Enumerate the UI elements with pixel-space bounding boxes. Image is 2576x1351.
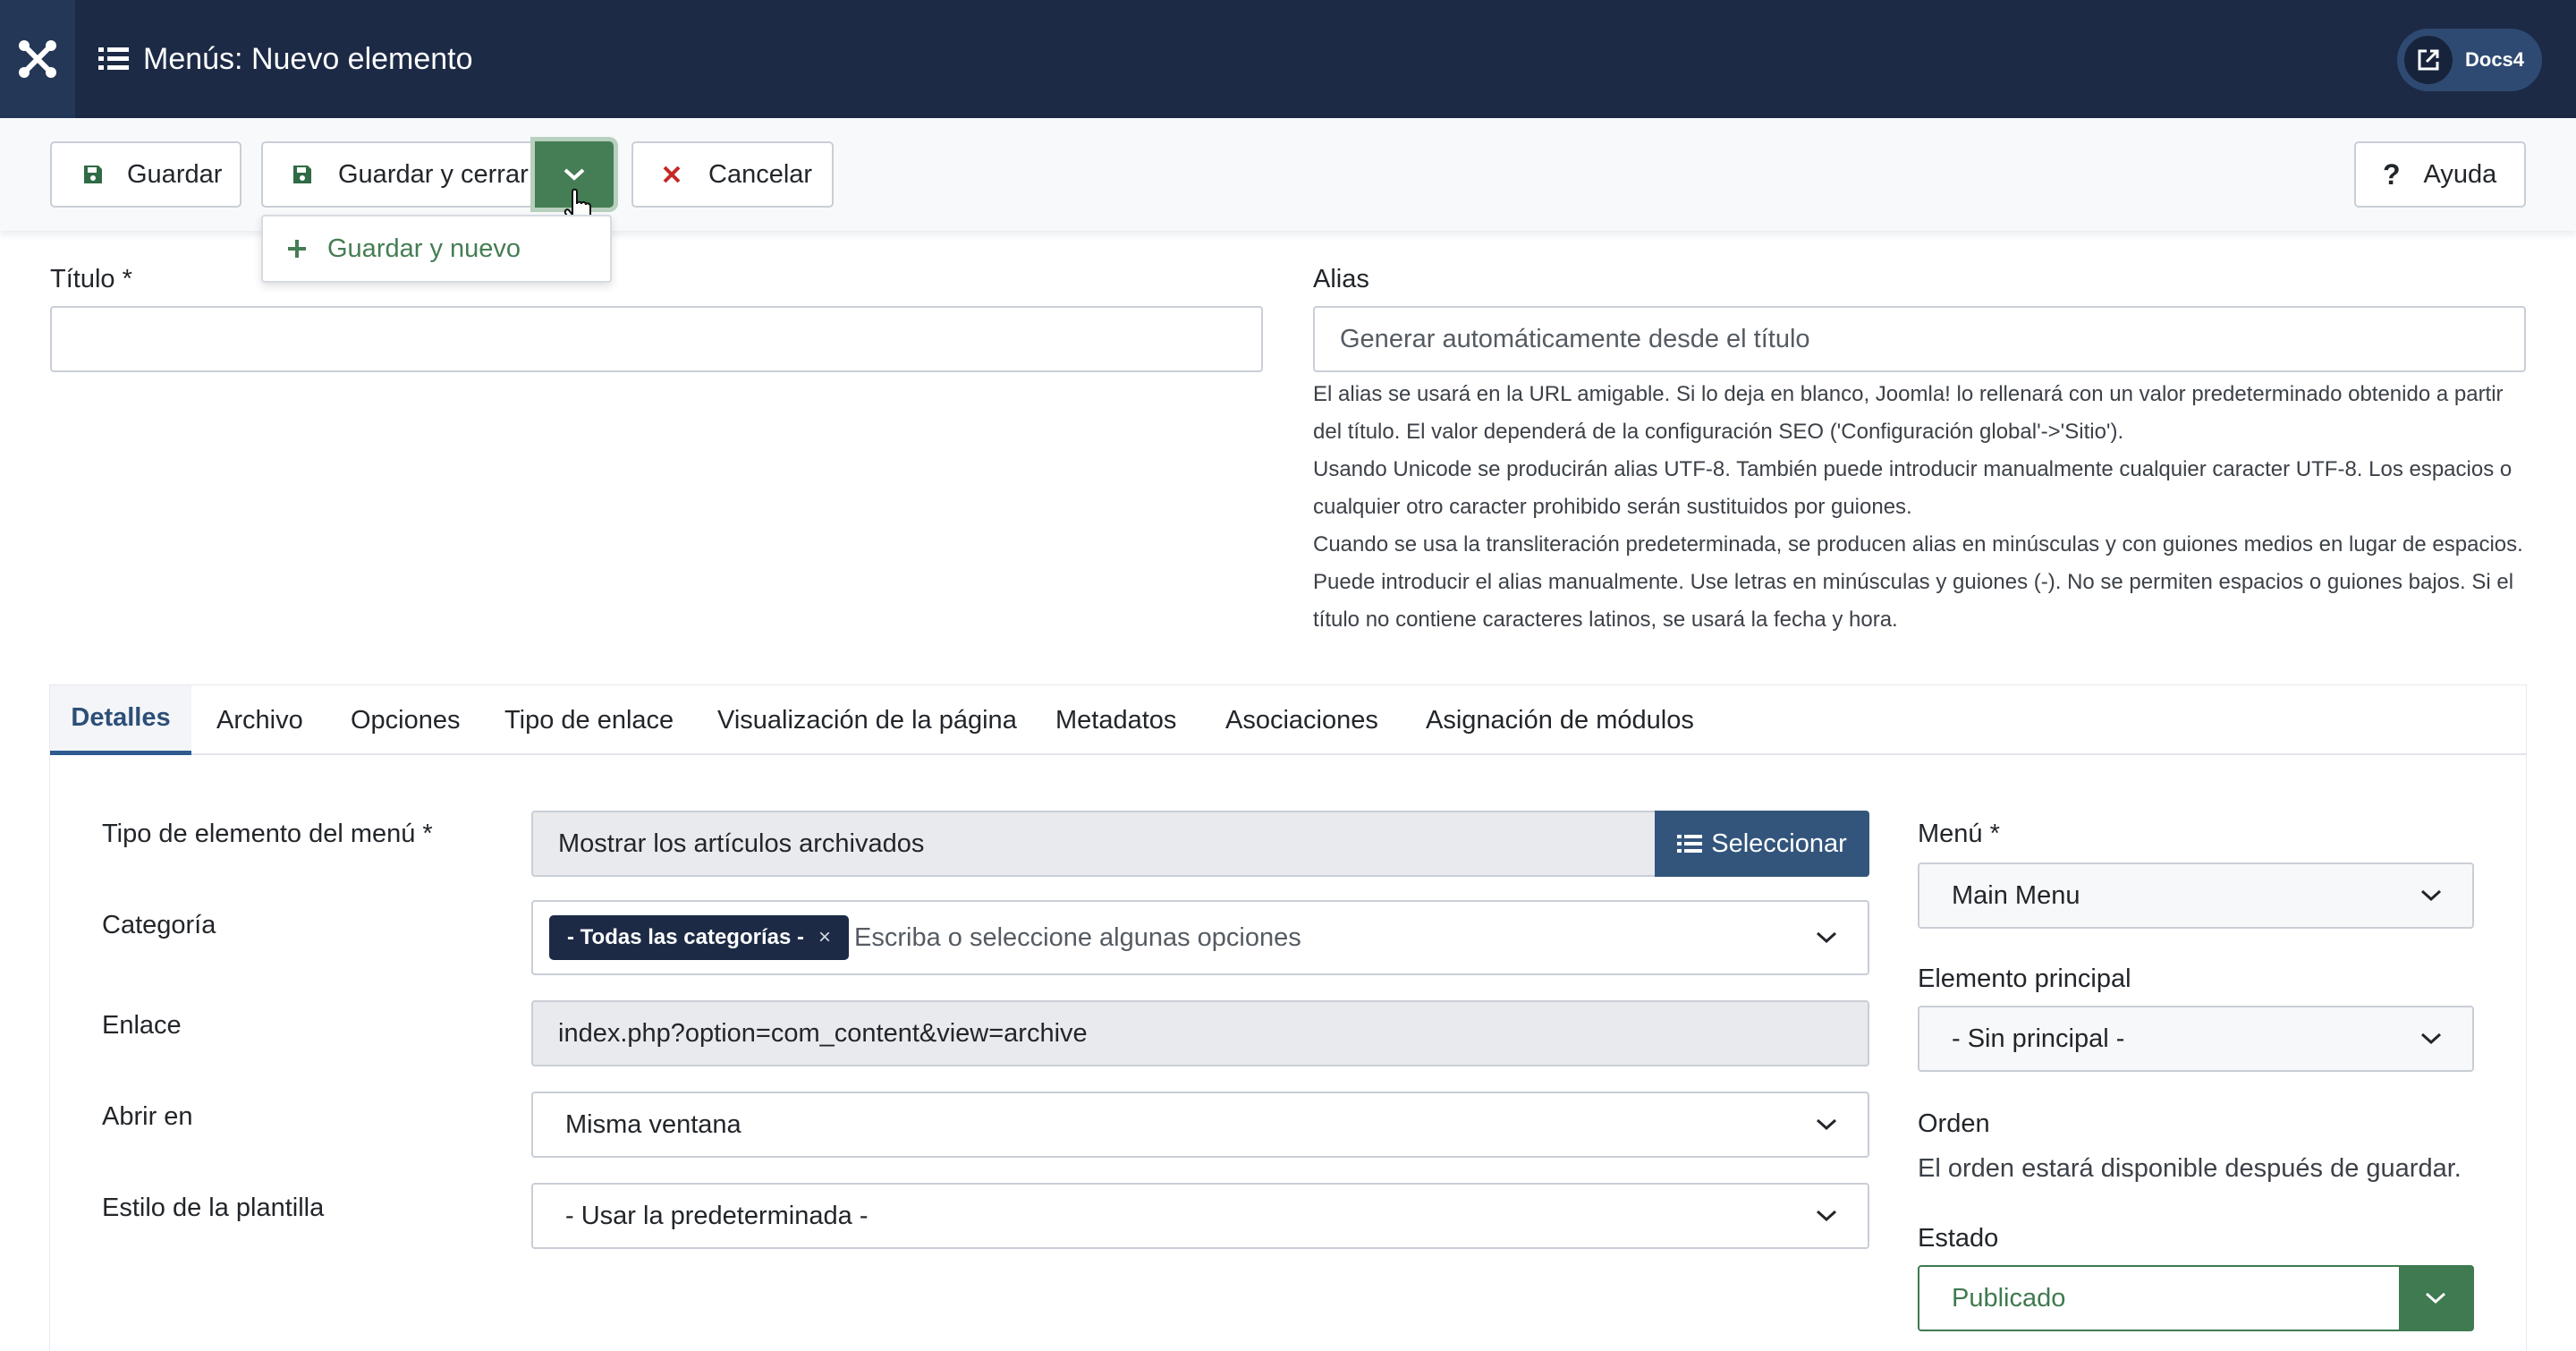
cancel-button[interactable]: Cancelar <box>631 141 834 208</box>
tab-asignacion-modulos[interactable]: Asignación de módulos <box>1426 685 1694 755</box>
tab-tipo-de-enlace[interactable]: Tipo de enlace <box>504 685 674 755</box>
status-label: Estado <box>1918 1224 1999 1253</box>
list-icon <box>1677 835 1703 853</box>
joomla-logo-icon <box>19 40 56 78</box>
parent-item-label: Elemento principal <box>1918 964 2131 993</box>
category-select[interactable]: - Todas las categorías - × Escriba o sel… <box>531 900 1869 975</box>
page-title: Menús: Nuevo elemento <box>98 0 473 118</box>
select-menu-item-type-button[interactable]: Seleccionar <box>1655 811 1869 877</box>
alias-label: Alias <box>1313 265 1369 293</box>
open-in-label: Abrir en <box>102 1102 193 1131</box>
joomla-logo[interactable] <box>0 0 75 118</box>
menu-select[interactable]: Main Menu <box>1918 862 2474 929</box>
chevron-down-icon <box>1785 1185 1868 1247</box>
tab-detalles[interactable]: Detalles <box>50 685 191 755</box>
save-button-label: Guardar <box>127 159 223 189</box>
chevron-down-icon <box>1785 1093 1868 1156</box>
category-chip: - Todas las categorías - × <box>549 915 849 960</box>
link-label: Enlace <box>102 1011 182 1040</box>
tab-asociaciones[interactable]: Asociaciones <box>1225 685 1378 755</box>
chevron-down-icon <box>2399 1267 2472 1330</box>
help-button-label: Ayuda <box>2423 159 2497 189</box>
title-input[interactable] <box>50 306 1263 372</box>
docs-site-label: Docs4 <box>2465 48 2525 71</box>
docs-site-link[interactable]: Docs4 <box>2397 29 2542 91</box>
status-select[interactable]: Publicado <box>1918 1265 2474 1331</box>
save-icon <box>82 164 104 185</box>
title-label: Título * <box>50 265 132 293</box>
chevron-down-icon <box>564 168 585 181</box>
question-icon: ? <box>2383 157 2401 191</box>
alias-input[interactable]: Generar automáticamente desde el título <box>1313 306 2526 372</box>
link-field: index.php?option=com_content&view=archiv… <box>531 1000 1869 1066</box>
save-button[interactable]: Guardar <box>50 141 242 208</box>
order-label: Orden <box>1918 1109 1990 1138</box>
chevron-down-icon <box>2390 864 2472 927</box>
chevron-down-icon <box>2390 1007 2472 1070</box>
select-button-label: Seleccionar <box>1711 828 1847 858</box>
template-style-select[interactable]: - Usar la predeterminada - <box>531 1183 1869 1249</box>
menu-item-type-label: Tipo de elemento del menú * <box>102 820 433 848</box>
category-label: Categoría <box>102 911 216 939</box>
tab-bar: Detalles Archivo Opciones Tipo de enlace… <box>50 685 2526 755</box>
parent-item-value: - Sin principal - <box>1952 1024 2125 1053</box>
page-title-text: Menús: Nuevo elemento <box>143 41 473 76</box>
help-button[interactable]: ? Ayuda <box>2354 141 2526 208</box>
save-new-label: Guardar y nuevo <box>327 234 521 263</box>
alias-help-paragraph: Usando Unicode se producirán alias UTF-8… <box>1313 457 2512 519</box>
open-in-select[interactable]: Misma ventana <box>531 1092 1869 1158</box>
save-close-button-label: Guardar y cerrar <box>338 159 529 189</box>
status-value: Publicado <box>1952 1283 2066 1313</box>
menu-value: Main Menu <box>1952 880 2080 910</box>
order-info-text: El orden estará disponible después de gu… <box>1918 1154 2462 1183</box>
alias-help-text: El alias se usará en la URL amigable. Si… <box>1313 376 2529 639</box>
tab-opciones[interactable]: Opciones <box>351 685 461 755</box>
chevron-down-icon <box>1785 902 1868 973</box>
save-icon <box>292 164 313 185</box>
tab-archivo[interactable]: Archivo <box>216 685 303 755</box>
open-in-value: Misma ventana <box>565 1109 741 1139</box>
app-header: Menús: Nuevo elemento Docs4 <box>0 0 2576 118</box>
parent-item-select[interactable]: - Sin principal - <box>1918 1006 2474 1072</box>
list-icon <box>98 47 129 70</box>
menu-item-type-field: Mostrar los artículos archivados <box>531 811 1657 877</box>
template-style-label: Estilo de la plantilla <box>102 1194 325 1222</box>
template-style-value: - Usar la predeterminada - <box>565 1201 869 1230</box>
category-chip-label: - Todas las categorías - <box>567 925 804 949</box>
cancel-button-label: Cancelar <box>708 159 813 189</box>
save-new-menu-item[interactable]: Guardar y nuevo <box>261 215 612 283</box>
chip-remove-icon[interactable]: × <box>818 925 831 950</box>
category-placeholder: Escriba o seleccione algunas opciones <box>854 922 1301 952</box>
save-close-button[interactable]: Guardar y cerrar <box>261 141 535 208</box>
menu-label: Menú * <box>1918 820 2000 848</box>
external-link-icon <box>2404 36 2453 84</box>
alias-help-paragraph: El alias se usará en la URL amigable. Si… <box>1313 382 2504 444</box>
alias-help-paragraph: Cuando se usa la transliteración predete… <box>1313 532 2523 632</box>
tab-metadatos[interactable]: Metadatos <box>1055 685 1176 755</box>
close-icon <box>662 165 682 184</box>
plus-icon <box>288 240 306 258</box>
tab-visualizacion-pagina[interactable]: Visualización de la página <box>717 685 1017 755</box>
